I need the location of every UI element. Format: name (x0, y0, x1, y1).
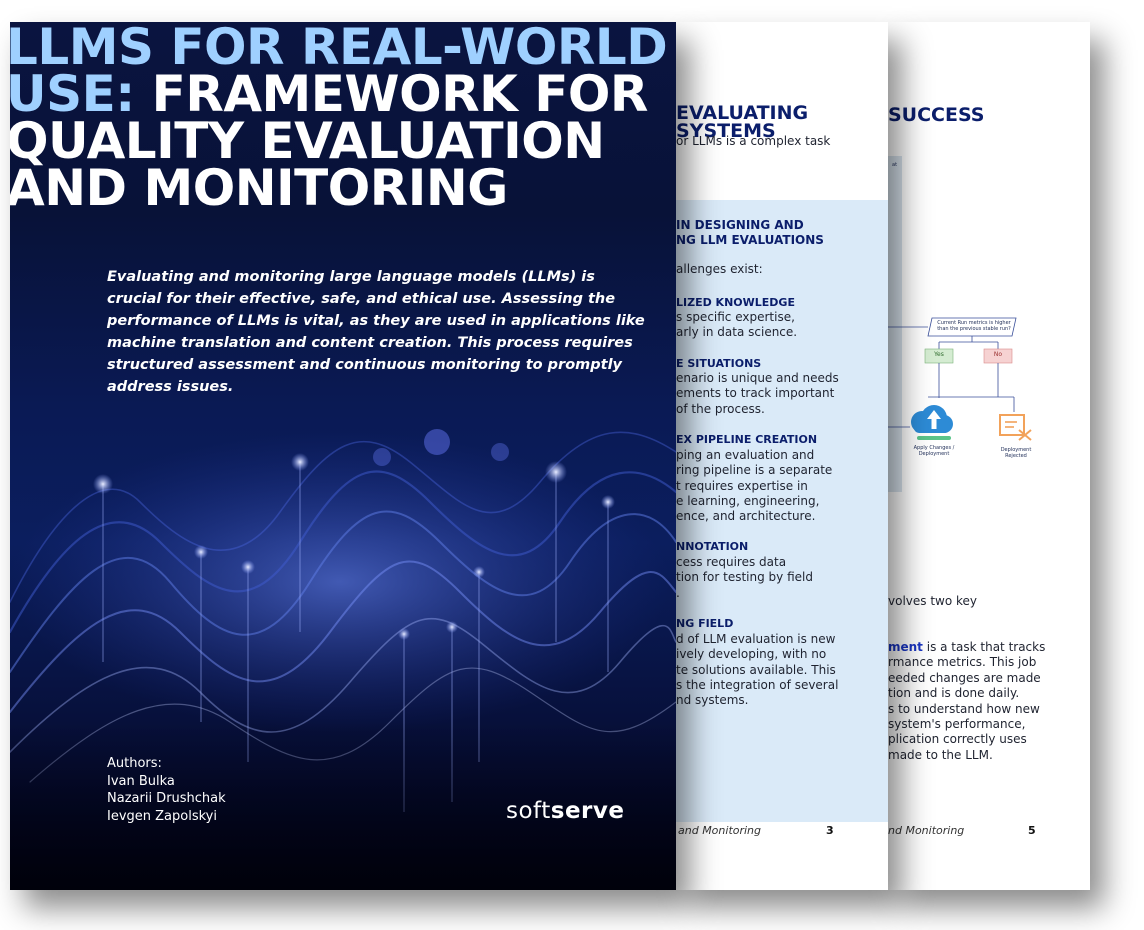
challenge-text: s specific expertise, arly in data scienc… (676, 310, 798, 340)
challenges-intro: allenges exist: (676, 262, 763, 276)
challenge-label: NNOTATION (676, 540, 749, 553)
author-name: Ievgen Zapolskyi (107, 808, 217, 824)
challenge-text: cess requires data tion for testing by fi… (676, 555, 813, 600)
challenge-text: enario is unique and needs ements to trac… (676, 371, 839, 416)
cover-title: LLMS FOR REAL-WORLD USE: FRAMEWORK FOR Q… (10, 22, 668, 217)
authors-label: Authors: (107, 756, 162, 771)
apply-changes-label: Apply Changes / Deployment (913, 445, 955, 457)
decision-label: Current Run metrics is higher than the p… (937, 320, 1011, 332)
page-5-heading: SUCCESS (888, 104, 985, 126)
deployment-rejected-label: Deployment Rejected (1000, 447, 1032, 459)
author-name: Nazarii Drushchak (107, 791, 226, 806)
challenge-label: NG FIELD (676, 617, 734, 630)
paragraph-bold-term: ment (888, 640, 923, 654)
challenge-label: EX PIPELINE CREATION (676, 433, 818, 446)
page-5-number: 5 (1028, 824, 1036, 837)
brochure-page-5: SUCCESS at Current Run metrics is higher… (888, 22, 1090, 890)
authors-block: Authors: Ivan Bulka Nazarii Drushchak Ie… (107, 755, 226, 825)
brochure-page-3: EVALUATING SYSTEMS or LLMs is a complex … (676, 22, 888, 890)
brochure-cover: LLMS FOR REAL-WORLD USE: FRAMEWORK FOR Q… (10, 22, 676, 890)
challenges-title: IN DESIGNING AND NG LLM EVALUATIONS (676, 218, 824, 247)
challenge-label: LIZED KNOWLEDGE (676, 296, 795, 309)
page-5-paragraph: ment is a task that tracks rmance metric… (888, 640, 1046, 762)
author-name: Ivan Bulka (107, 773, 175, 789)
challenge-text: ping an evaluation and ring pipeline is a… (676, 448, 833, 524)
yes-label: Yes (934, 351, 944, 358)
challenge-text: d of LLM evaluation is new ively developi… (676, 632, 839, 708)
page-3-footer: and Monitoring (678, 824, 762, 837)
challenge-label: E SITUATIONS (676, 357, 762, 370)
page-3-lead: or LLMs is a complex task (676, 134, 831, 148)
page-3-number: 3 (826, 824, 834, 837)
cloud-upload-icon (911, 405, 953, 440)
challenges-panel: IN DESIGNING AND NG LLM EVALUATIONS alle… (676, 200, 888, 822)
page-5-footer: nd Monitoring (888, 824, 965, 837)
page-5-intro-line: volves two key (888, 594, 978, 608)
softserve-logo: softserve (506, 798, 625, 824)
no-label: No (993, 351, 1003, 358)
flowchart-header-mark: at (892, 162, 898, 168)
deployment-rejected-icon (999, 414, 1032, 441)
cover-intro: Evaluating and monitoring large language… (107, 269, 645, 395)
